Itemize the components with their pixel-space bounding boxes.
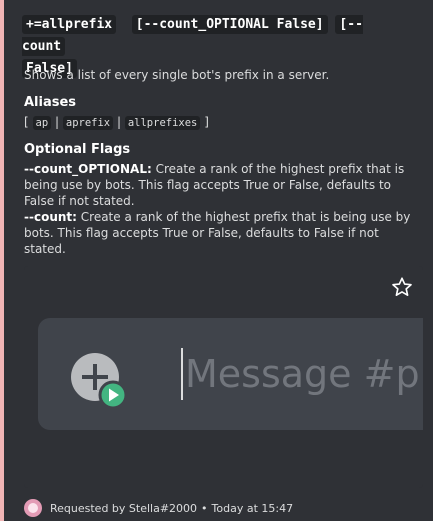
bracket-close: ] bbox=[204, 115, 209, 129]
aliases-list: [ ap | aprefix | allprefixes ] bbox=[24, 114, 424, 131]
timestamp: Today at 15:47 bbox=[211, 501, 294, 515]
optional-flags-heading: Optional Flags bbox=[24, 142, 131, 157]
flag-description: Create a rank of the highest prefix that… bbox=[24, 210, 411, 256]
embed-image: Message #play bbox=[24, 266, 423, 488]
flag-entry: --count: Create a rank of the highest pr… bbox=[24, 209, 424, 257]
flag-signature-optional: [--count_OPTIONAL False] bbox=[131, 15, 328, 34]
footer-separator: • bbox=[201, 501, 208, 515]
star-outline-icon[interactable] bbox=[391, 276, 413, 298]
alias-separator: | bbox=[116, 115, 122, 129]
bracket-open: [ bbox=[24, 115, 29, 129]
alias-item: ap bbox=[32, 116, 52, 130]
aliases-heading: Aliases bbox=[24, 95, 77, 110]
message-placeholder: Message #play bbox=[185, 352, 423, 396]
alias-item: aprefix bbox=[62, 116, 114, 130]
alias-separator: | bbox=[55, 115, 60, 129]
requested-by: Requested by Stella#2000 bbox=[50, 501, 198, 515]
flag-name: --count: bbox=[24, 210, 77, 224]
optional-flags-list: --count_OPTIONAL: Create a rank of the h… bbox=[24, 161, 424, 257]
command-signature: +=allprefix bbox=[22, 15, 117, 34]
embed-description: Shows a list of every single bot's prefi… bbox=[24, 68, 330, 82]
flag-name: --count_OPTIONAL: bbox=[24, 162, 152, 176]
embed-footer: Requested by Stella#2000 • Today at 15:4… bbox=[24, 497, 424, 519]
help-embed: +=allprefix [--count_OPTIONAL False] [ --… bbox=[0, 0, 433, 521]
alias-item: allprefixes bbox=[124, 116, 201, 130]
flag-entry: --count_OPTIONAL: Create a rank of the h… bbox=[24, 161, 424, 209]
text-cursor bbox=[181, 348, 183, 400]
avatar bbox=[24, 499, 42, 517]
add-attachment-icon bbox=[71, 353, 128, 410]
